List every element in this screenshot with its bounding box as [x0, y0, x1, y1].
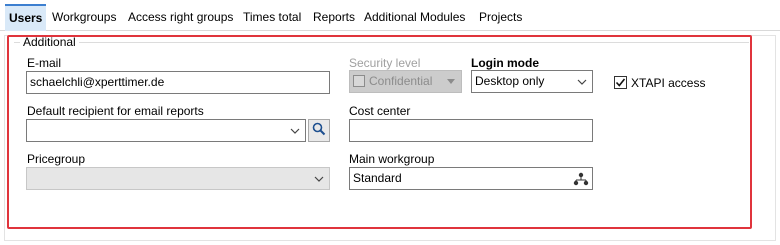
- login-mode-label: Login mode: [471, 56, 539, 70]
- email-field[interactable]: schaelchli@xperttimer.de: [26, 71, 330, 94]
- main-workgroup-value: Standard: [353, 171, 402, 185]
- pricegroup-dropdown[interactable]: [26, 167, 330, 190]
- group-box-line: [14, 42, 749, 43]
- tab-bar: Users Workgroups Access right groups Tim…: [0, 0, 780, 31]
- email-label: E-mail: [27, 56, 62, 70]
- security-level-value: Confidential: [369, 74, 433, 88]
- default-recipient-label: Default recipient for email reports: [27, 104, 204, 118]
- tab-additional-modules[interactable]: Additional Modules: [360, 4, 469, 30]
- tab-access-right-groups[interactable]: Access right groups: [124, 4, 237, 30]
- pricegroup-label: Pricegroup: [27, 152, 86, 166]
- cost-center-label: Cost center: [349, 104, 411, 118]
- shield-icon: [353, 75, 365, 87]
- security-level-label: Security level: [349, 56, 421, 70]
- tab-projects[interactable]: Projects: [475, 4, 526, 30]
- tab-reports[interactable]: Reports: [309, 4, 359, 30]
- login-mode-value: Desktop only: [475, 74, 545, 88]
- workgroup-tree-icon[interactable]: [572, 168, 590, 189]
- tab-users[interactable]: Users: [5, 4, 47, 31]
- tab-workgroups[interactable]: Workgroups: [48, 4, 120, 30]
- default-recipient-dropdown[interactable]: [26, 119, 306, 142]
- tab-times-total[interactable]: Times total: [239, 4, 305, 30]
- security-level-dropdown: Confidential: [349, 70, 462, 93]
- main-workgroup-label: Main workgroup: [349, 152, 435, 166]
- chevron-down-icon: [313, 168, 325, 189]
- checkmark-icon: [615, 78, 626, 87]
- caret-down-icon: [445, 71, 457, 92]
- search-button[interactable]: [308, 119, 330, 142]
- search-icon: [312, 122, 326, 139]
- group-title: Additional: [20, 35, 79, 49]
- main-workgroup-picker[interactable]: Standard: [349, 167, 593, 190]
- chevron-down-icon: [576, 71, 588, 92]
- login-mode-dropdown[interactable]: Desktop only: [471, 70, 593, 93]
- xtapi-checkbox[interactable]: [614, 76, 627, 89]
- cost-center-field[interactable]: [349, 119, 593, 142]
- chevron-down-icon: [289, 120, 301, 141]
- xtapi-label: XTAPI access: [631, 76, 706, 90]
